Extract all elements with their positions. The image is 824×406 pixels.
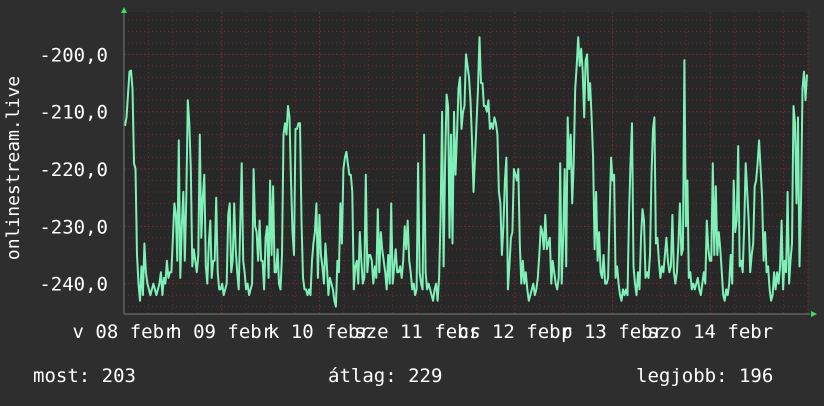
y-tick-labels: -200,0 -210,0 -220,0 -230,0 -240,0 [39,44,108,295]
x-tick-label: h 09 febr [170,321,273,343]
stat-best: legjobb: 196 [636,365,773,387]
x-tick-label: cs 12 febr [458,321,572,343]
y-tick-label: -240,0 [39,274,108,296]
stat-average: átlag: 229 [328,365,442,387]
y-axis-arrow-icon [121,7,127,13]
x-axis-arrow-icon [811,311,817,317]
x-tick-label: v 08 febr [73,321,176,343]
chart-svg: -200,0 -210,0 -220,0 -230,0 -240,0 v 08 febr… [3,7,817,387]
y-tick-label: -220,0 [39,159,108,181]
y-axis-label: onlinestream.live [3,76,24,260]
chart: -200,0 -210,0 -220,0 -230,0 -240,0 v 08 febr… [0,0,824,402]
stat-current: most: 203 [33,365,136,387]
y-tick-label: -200,0 [39,44,108,66]
x-tick-label: szo 14 febr [647,321,773,343]
y-tick-label: -230,0 [39,216,108,238]
y-tick-label: -210,0 [39,102,108,124]
x-tick-labels: v 08 febrh 09 febrk 10 febrsze 11 febrcs… [73,321,774,343]
